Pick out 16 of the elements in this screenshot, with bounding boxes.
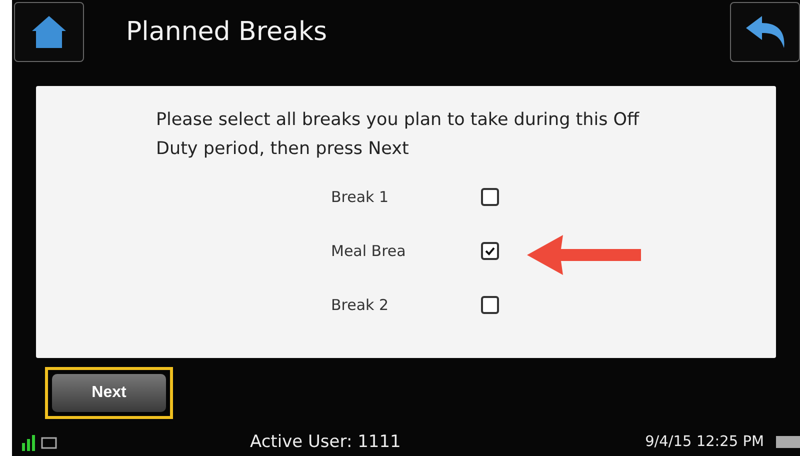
break-label: Meal Brea <box>330 242 407 260</box>
battery-icon <box>776 436 800 448</box>
window-title: Planned Breaks <box>126 17 328 47</box>
checkbox[interactable] <box>481 188 499 206</box>
checkbox[interactable] <box>481 242 499 260</box>
break-label: Break 1 <box>330 188 390 206</box>
check-icon <box>485 246 495 256</box>
break-label: Break 2 <box>330 296 390 314</box>
instruction-text: Please select all breaks you plan to take during this Off Duty period, then press Next <box>156 109 640 161</box>
home-button[interactable] <box>14 2 84 62</box>
next-button[interactable]: Next <box>45 367 173 419</box>
date-time: 9/4/15 12:25 PM <box>645 434 764 450</box>
checkbox[interactable] <box>481 296 499 314</box>
signal-icon <box>20 433 60 451</box>
active-user-text: Active User: 1111 <box>250 432 402 452</box>
back-button[interactable] <box>730 2 800 62</box>
